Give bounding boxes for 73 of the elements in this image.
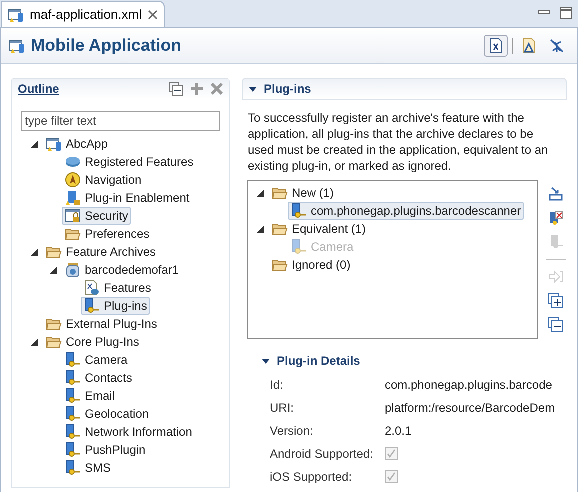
tree-item[interactable]: AbcApp bbox=[43, 135, 112, 153]
tree-item[interactable]: Equivalent (1) bbox=[269, 220, 370, 238]
tree-item[interactable]: New (1) bbox=[269, 184, 338, 202]
tree-item[interactable]: Camera bbox=[62, 351, 131, 369]
expand-all-icon[interactable] bbox=[546, 291, 566, 311]
tree-item[interactable]: PushPlugin bbox=[62, 441, 149, 459]
field-value: 2.0.1 bbox=[385, 422, 412, 440]
panel-title: Outline bbox=[18, 81, 60, 98]
expanded-triangle-icon[interactable] bbox=[256, 190, 264, 196]
field-label: Android Supported: bbox=[270, 446, 374, 462]
tree-item[interactable]: Core Plug-Ins bbox=[43, 333, 142, 351]
compass-icon bbox=[65, 172, 81, 188]
plugin-icon bbox=[65, 406, 81, 422]
tree-item[interactable]: Preferences bbox=[62, 225, 153, 243]
delete-icon[interactable] bbox=[211, 83, 223, 95]
section-toggle-icon[interactable] bbox=[262, 357, 270, 365]
app-window-icon bbox=[9, 38, 25, 54]
field-label: Id: bbox=[270, 376, 284, 394]
plugin-lock-icon bbox=[65, 190, 81, 206]
section-title: Plug-in Details bbox=[277, 353, 360, 370]
app-window-icon bbox=[46, 136, 62, 152]
plugin-icon bbox=[65, 352, 81, 368]
close-icon[interactable] bbox=[148, 10, 158, 20]
jar-icon bbox=[65, 262, 81, 278]
tree-item[interactable]: com.phonegap.plugins.barcodescanner bbox=[288, 202, 524, 220]
tree-item[interactable]: External Plug-Ins bbox=[43, 315, 160, 333]
tree-item[interactable]: Security bbox=[62, 207, 132, 225]
expanded-triangle-icon[interactable] bbox=[30, 248, 38, 256]
maximize-icon[interactable] bbox=[560, 7, 572, 19]
section-toggle-icon[interactable] bbox=[249, 85, 257, 93]
field-label: Version: bbox=[270, 422, 314, 440]
tree-item[interactable]: Plug-in Enablement bbox=[62, 189, 193, 207]
tree-item[interactable]: barcodedemofar1 bbox=[62, 261, 182, 279]
plugin-icon bbox=[65, 460, 81, 476]
blocks-icon bbox=[65, 154, 81, 170]
plugin-icon bbox=[65, 442, 81, 458]
filter-field[interactable]: type filter text bbox=[21, 111, 220, 131]
tree-item[interactable]: Email bbox=[62, 387, 118, 405]
collapse-all-icon[interactable] bbox=[169, 82, 183, 96]
tree-item[interactable]: Features bbox=[81, 279, 154, 297]
expanded-triangle-icon[interactable] bbox=[30, 338, 38, 346]
field-label: iOS Supported: bbox=[270, 468, 354, 486]
plugin-icon bbox=[65, 388, 81, 404]
editor-title: Mobile Application bbox=[31, 34, 182, 57]
description-text: To successfully register an archive's feature with the application, all plug-ins that the archive declares to be used must be created in the application, equivalent to an existing plug-in, or marked as ignored. bbox=[247, 110, 550, 174]
tree-item[interactable]: Network Information bbox=[62, 423, 196, 441]
expanded-triangle-icon[interactable] bbox=[30, 140, 38, 148]
section-title: Plug-ins bbox=[264, 81, 312, 98]
plugin-icon bbox=[291, 203, 307, 219]
plugin-icon bbox=[291, 239, 307, 255]
plugin-icon bbox=[65, 370, 81, 386]
expanded-triangle-icon[interactable] bbox=[256, 226, 264, 232]
feature-file-icon bbox=[84, 280, 100, 296]
app-window-icon bbox=[8, 6, 24, 22]
editor-tab[interactable]: maf-application.xml bbox=[1, 1, 165, 27]
xml-file-icon[interactable] bbox=[484, 34, 508, 56]
tree-item[interactable]: Contacts bbox=[62, 369, 136, 387]
tree-item[interactable]: SMS bbox=[62, 459, 114, 477]
tree-item[interactable]: Geolocation bbox=[62, 405, 152, 423]
plugin-icon bbox=[84, 298, 100, 314]
tree-item[interactable]: Plug-ins bbox=[81, 297, 150, 315]
tree-item[interactable]: Registered Features bbox=[62, 153, 197, 171]
field-label: URI: bbox=[270, 400, 295, 416]
lock-window-icon bbox=[65, 208, 81, 224]
field-value: com.phonegap.plugins.barcode bbox=[385, 376, 552, 394]
tree-item[interactable]: Feature Archives bbox=[43, 243, 160, 261]
expanded-triangle-icon[interactable] bbox=[50, 266, 56, 274]
collapse-all-icon[interactable] bbox=[546, 315, 566, 335]
plugin-icon bbox=[65, 424, 81, 440]
field-value: platform:/resource/BarcodeDem bbox=[385, 400, 556, 416]
add-icon[interactable] bbox=[191, 83, 203, 95]
tree-item[interactable]: Ignored (0) bbox=[269, 256, 354, 274]
tree-item[interactable]: Navigation bbox=[62, 171, 145, 189]
